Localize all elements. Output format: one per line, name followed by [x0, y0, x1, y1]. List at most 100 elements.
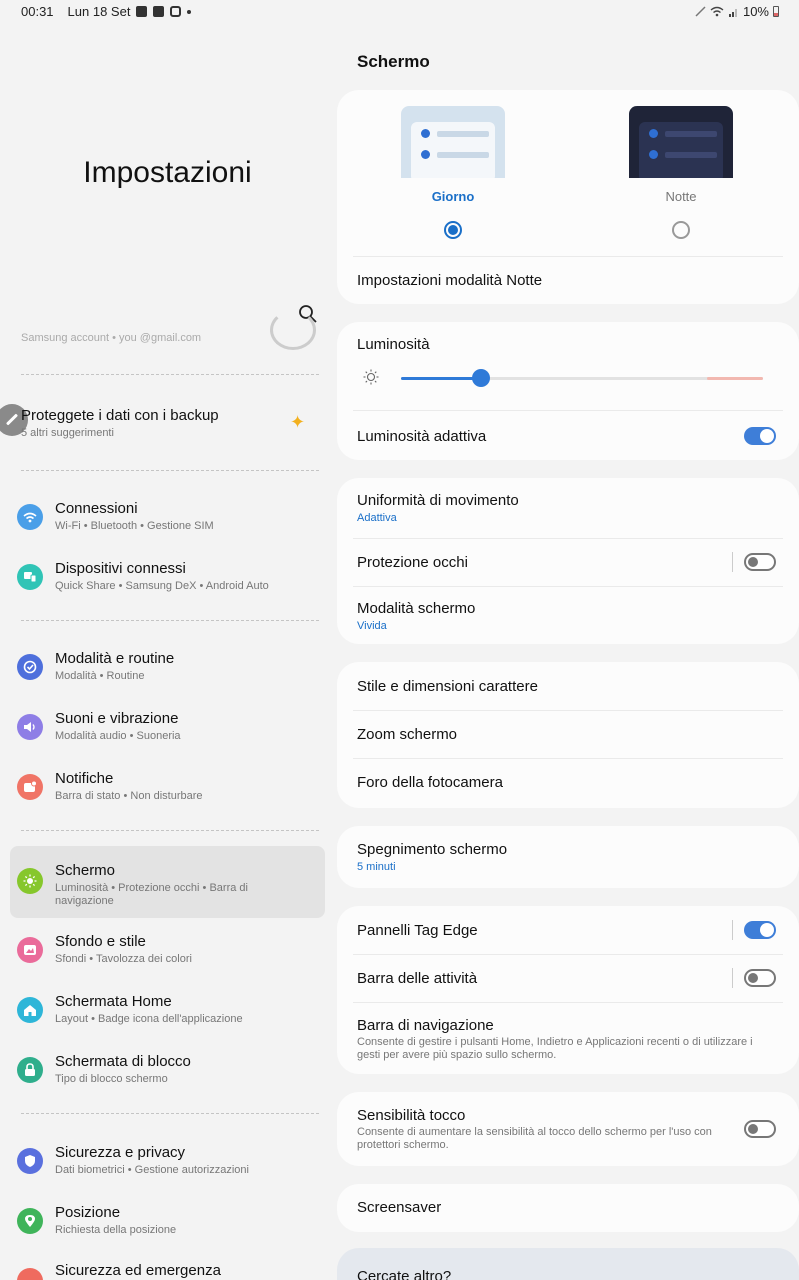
motion-smoothness-label[interactable]: Uniformità di movimento [357, 492, 519, 509]
edge-panels-label[interactable]: Pannelli Tag Edge [357, 922, 478, 939]
lock-icon [17, 1057, 43, 1083]
settings-list-pane: Impostazioni Samsung account • you @gmai… [0, 24, 335, 1280]
day-radio[interactable] [444, 221, 462, 239]
battery-icon [773, 6, 779, 17]
menu-title: Schermata di blocco [55, 1053, 191, 1070]
menu-subtitle: Richiesta della posizione [55, 1224, 177, 1236]
menu-title: Sicurezza e privacy [55, 1144, 186, 1161]
page-title: Impostazioni [83, 156, 252, 189]
brightness-slider-fill [401, 377, 481, 380]
menu-dispositivi-connessi[interactable]: Dispositivi connessi Quick Share • Samsu… [10, 550, 325, 622]
screensaver-card[interactable]: Screensaver [337, 1184, 799, 1232]
menu-subtitle: Barra di stato • Non disturbare [55, 790, 203, 802]
touch-sensitivity-desc: Consente di aumentare la sensibilità al … [357, 1126, 712, 1151]
instagram-icon [170, 6, 182, 17]
night-label: Notte [665, 189, 697, 204]
touch-card: Sensibilità tocco Consente di aumentare … [337, 1092, 799, 1166]
clock: 00:31 [21, 4, 54, 19]
screensaver-label: Screensaver [357, 1199, 442, 1216]
screen-timeout-label: Spegnimento schermo [357, 841, 508, 858]
shield-icon [17, 1148, 43, 1174]
touch-sensitivity-label[interactable]: Sensibilità tocco [357, 1107, 465, 1124]
screen-mode-label[interactable]: Modalità schermo [357, 600, 475, 617]
menu-subtitle: Quick Share • Samsung DeX • Android Auto [55, 580, 269, 592]
brightness-high-zone [707, 377, 763, 380]
menu-title: Sfondo e stile [55, 933, 146, 950]
panels-card: Pannelli Tag Edge Barra delle attività B… [337, 906, 799, 1074]
avatar[interactable] [270, 310, 316, 350]
menu-schermo[interactable]: Schermo Luminosità • Protezione occhi • … [10, 846, 325, 918]
display-icon [17, 868, 43, 894]
wifi-icon [710, 6, 724, 17]
adaptive-brightness-label: Luminosità adattiva [357, 428, 487, 445]
menu-subtitle: Luminosità • Protezione occhi • Barra di… [55, 882, 248, 907]
suggestion-subtitle: 5 altri suggerimenti [21, 427, 114, 439]
font-zoom-card: Stile e dimensioni carattere Zoom scherm… [337, 662, 799, 808]
menu-title: Connessioni [55, 500, 138, 517]
sparkle-icon: ✦ [290, 412, 306, 432]
brightness-slider-thumb[interactable] [471, 369, 490, 387]
menu-title: Modalità e routine [55, 650, 175, 667]
wallpaper-icon [17, 937, 43, 963]
navigation-bar-label[interactable]: Barra di navigazione [357, 1017, 494, 1034]
gallery-icon [136, 6, 148, 17]
font-size-style[interactable]: Stile e dimensioni carattere [357, 678, 538, 695]
pen-icon [695, 6, 706, 17]
night-theme-preview[interactable] [629, 106, 733, 178]
routine-icon [17, 654, 43, 680]
divider [21, 374, 319, 375]
account-summary[interactable]: Samsung account • you @gmail.com [21, 332, 201, 344]
divider [21, 470, 319, 471]
camera-cutout[interactable]: Foro della fotocamera [357, 774, 503, 791]
menu-title: Posizione [55, 1204, 121, 1221]
battery-percent: 10% [742, 4, 769, 19]
timeout-card[interactable]: Spegnimento schermo 5 minuti [337, 826, 799, 888]
looking-for-more-card: Cercate altro? [337, 1248, 799, 1280]
home-icon [17, 997, 43, 1023]
menu-title: Suoni e vibrazione [55, 710, 179, 727]
date: Lun 18 Set [67, 4, 131, 19]
menu-subtitle: Modalità • Routine [55, 670, 145, 682]
menu-title: Schermata Home [55, 993, 172, 1010]
menu-schermata-blocco[interactable]: Schermata di blocco Tipo di blocco scher… [10, 1043, 325, 1115]
more-notifications-icon [187, 9, 192, 14]
taskbar-toggle[interactable] [744, 969, 776, 987]
eye-comfort-label[interactable]: Protezione occhi [357, 554, 468, 571]
adaptive-brightness-toggle[interactable] [744, 427, 776, 445]
brightness-card: Luminosità Luminosità adattiva [337, 322, 799, 460]
menu-title: Sicurezza ed emergenza [55, 1262, 221, 1279]
menu-subtitle: Layout • Badge icona dell'applicazione [55, 1013, 243, 1025]
brightness-label: Luminosità [357, 336, 430, 353]
edge-panels-toggle[interactable] [744, 921, 776, 939]
emergency-icon [17, 1268, 43, 1280]
night-mode-settings[interactable]: Impostazioni modalità Notte [357, 272, 542, 289]
menu-subtitle: Sfondi • Tavolozza dei colori [55, 953, 192, 965]
menu-title: Schermo [55, 862, 116, 879]
alert-icon [153, 6, 165, 17]
screen-zoom[interactable]: Zoom schermo [357, 726, 457, 743]
menu-subtitle: Tipo di blocco schermo [55, 1073, 168, 1085]
backup-suggestion[interactable]: Proteggete i dati con i backup 5 altri s… [0, 404, 335, 464]
signal-icon [728, 9, 737, 17]
wifi-icon [17, 504, 43, 530]
menu-sicurezza-emergenza[interactable]: Sicurezza ed emergenza [10, 1254, 325, 1280]
screen-timeout-value: 5 minuti [357, 861, 396, 873]
suggestion-title: Proteggete i dati con i backup [21, 407, 219, 424]
motion-smoothness-value: Adattiva [357, 512, 397, 524]
menu-notifiche[interactable]: Notifiche Barra di stato • Non disturbar… [10, 760, 325, 832]
menu-title: Dispositivi connessi [55, 560, 186, 577]
divider [21, 830, 319, 831]
divider [21, 620, 319, 621]
brightness-slider[interactable] [401, 369, 763, 387]
screen-mode-value: Vivida [357, 620, 387, 632]
eye-comfort-toggle[interactable] [744, 553, 776, 571]
display-options-card: Uniformità di movimento Adattiva Protezi… [337, 478, 799, 644]
day-theme-preview[interactable] [401, 106, 505, 178]
notification-icon [17, 774, 43, 800]
touch-sensitivity-toggle[interactable] [744, 1120, 776, 1138]
devices-icon [17, 564, 43, 590]
volume-icon [17, 714, 43, 740]
night-radio[interactable] [672, 221, 690, 239]
menu-subtitle: Wi-Fi • Bluetooth • Gestione SIM [55, 520, 214, 532]
taskbar-label[interactable]: Barra delle attività [357, 970, 477, 987]
